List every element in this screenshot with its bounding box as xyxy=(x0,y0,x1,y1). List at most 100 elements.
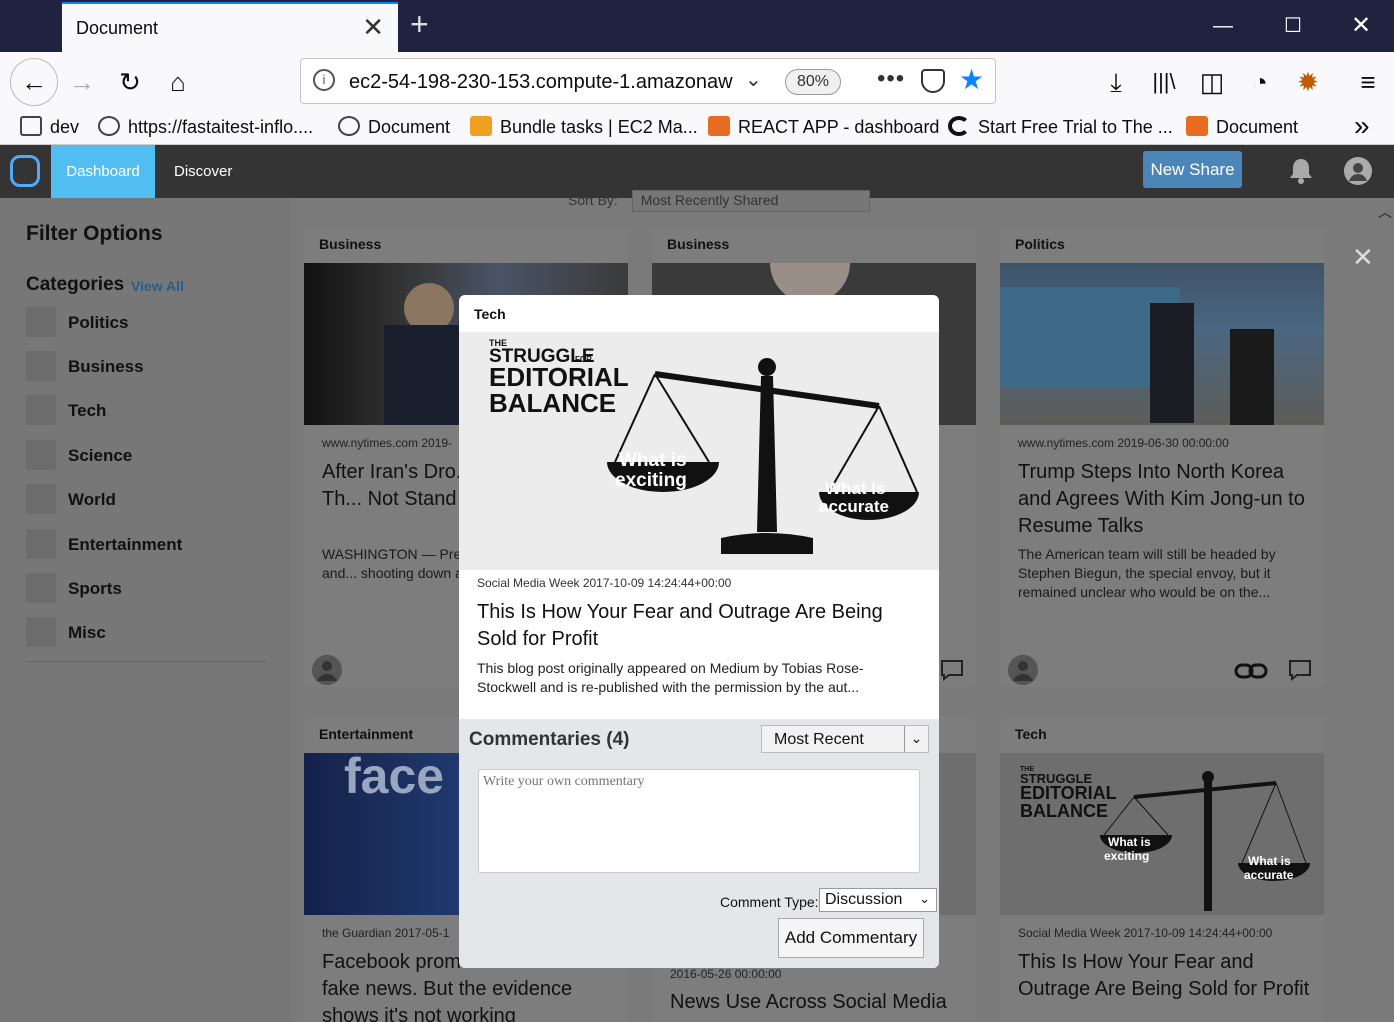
category-misc[interactable]: Misc xyxy=(26,617,266,647)
category-checkbox[interactable] xyxy=(26,351,56,381)
add-commentary-button[interactable]: Add Commentary xyxy=(778,918,924,958)
link-icon[interactable] xyxy=(1234,661,1268,681)
image-caption-exciting: exciting xyxy=(1104,849,1149,863)
tab-close-icon[interactable]: ✕ xyxy=(362,12,384,43)
image-caption-accurate: accurate xyxy=(819,497,889,516)
card-title[interactable]: This Is How Your Fear and Outrage Are Be… xyxy=(1018,949,1312,1003)
user-avatar-icon[interactable] xyxy=(312,655,342,685)
bookmark-dev[interactable]: dev xyxy=(20,116,79,138)
user-avatar-icon[interactable] xyxy=(1008,655,1038,685)
bookmark-document[interactable]: Document xyxy=(338,116,450,138)
chevron-down-icon[interactable]: ⌄ xyxy=(919,891,930,907)
browser-navbar: ← → ↻ ⌂ i ec2-54-198-230-153.compute-1.a… xyxy=(0,52,1394,110)
new-share-button[interactable]: New Share xyxy=(1143,151,1242,188)
view-all-link[interactable]: View All xyxy=(131,278,184,294)
person-trump xyxy=(1150,303,1194,423)
back-icon[interactable]: ← xyxy=(10,58,58,106)
modal-article-image: THE STRUGGLE FOR EDITORIAL BALANCE What … xyxy=(459,332,939,570)
article-card[interactable]: Politics www.nytimes.com 2019-06-30 00:0… xyxy=(1000,227,1324,687)
scrollbar[interactable]: ︿ xyxy=(1374,198,1394,1022)
filter-options-title: Filter Options xyxy=(26,222,163,245)
overlay-close-icon[interactable]: ✕ xyxy=(1352,242,1374,273)
user-avatar-icon[interactable] xyxy=(1344,157,1372,185)
pocket-icon[interactable] xyxy=(921,69,945,93)
comment-icon[interactable] xyxy=(940,659,964,681)
commentaries-title: Commentaries (4) xyxy=(469,729,630,750)
bookmarks-overflow-icon[interactable]: » xyxy=(1354,110,1370,142)
sync-icon[interactable]: ◔ xyxy=(1238,60,1282,104)
category-checkbox[interactable] xyxy=(26,395,56,425)
home-icon[interactable]: ⌂ xyxy=(156,60,200,104)
bookmark-start-free-trial[interactable]: Start Free Trial to The ... xyxy=(948,116,1173,138)
card-description: The American team will still be headed b… xyxy=(1018,546,1276,600)
app-logo[interactable] xyxy=(10,155,40,187)
card-title[interactable]: News Use Across Social Media xyxy=(670,989,964,1016)
nav-dashboard[interactable]: Dashboard xyxy=(51,145,155,198)
window-close-icon[interactable]: ✕ xyxy=(1338,8,1384,44)
chevron-down-icon[interactable]: ⌄ xyxy=(904,726,928,752)
card-image: THE STRUGGLE EDITORIAL BALANCE What is e… xyxy=(1000,753,1324,915)
card-image xyxy=(1000,263,1324,425)
info-icon[interactable]: i xyxy=(313,69,335,91)
bell-icon[interactable] xyxy=(1288,157,1314,185)
browser-titlebar: Document ✕ + — ☐ ✕ xyxy=(0,0,1394,52)
card-category-tag: Business xyxy=(660,233,737,255)
category-tech[interactable]: Tech xyxy=(26,395,266,425)
category-entertainment[interactable]: Entertainment xyxy=(26,529,266,559)
category-science[interactable]: Science xyxy=(26,440,266,470)
bookmark-react-app[interactable]: REACT APP - dashboard xyxy=(708,116,939,138)
modal-title[interactable]: This Is How Your Fear and Outrage Are Be… xyxy=(477,599,917,653)
image-caption-exciting: exciting xyxy=(615,470,687,491)
bookmark-star-icon[interactable]: ★ xyxy=(959,63,984,96)
bookmark-bundle-tasks[interactable]: Bundle tasks | EC2 Ma... xyxy=(470,116,698,138)
url-bar[interactable]: i ec2-54-198-230-153.compute-1.amazonaws… xyxy=(300,58,996,104)
article-card[interactable]: Tech THE STRUGGLE EDITORIAL BALANCE What… xyxy=(1000,717,1324,1022)
image-caption-what-is-accurate: What is xyxy=(1248,854,1291,868)
category-world[interactable]: World xyxy=(26,484,266,514)
library-icon[interactable]: |||\ xyxy=(1142,60,1186,104)
category-politics[interactable]: Politics xyxy=(26,307,266,337)
forward-icon[interactable]: → xyxy=(60,60,104,104)
bookmark-fastaitest[interactable]: https://fastaitest-inflo.... xyxy=(98,116,313,138)
category-checkbox[interactable] xyxy=(26,484,56,514)
category-checkbox[interactable] xyxy=(26,440,56,470)
category-checkbox[interactable] xyxy=(26,529,56,559)
category-sports[interactable]: Sports xyxy=(26,573,266,603)
category-checkbox[interactable] xyxy=(26,573,56,603)
more-actions-icon[interactable]: ••• xyxy=(877,65,905,93)
chevron-down-icon[interactable]: ⌄ xyxy=(745,67,762,92)
tab-title: Document xyxy=(76,18,159,38)
minimize-icon[interactable]: — xyxy=(1200,8,1246,44)
new-tab-icon[interactable]: + xyxy=(410,6,429,42)
sort-row[interactable]: Sort By: Most Recently Shared xyxy=(568,190,870,212)
extension-icon[interactable]: ✹ xyxy=(1286,60,1330,104)
commentary-input[interactable] xyxy=(478,769,920,873)
comment-type-select[interactable]: Discussion ⌄ xyxy=(819,888,937,912)
card-category-tag: Politics xyxy=(1008,233,1072,255)
globe-icon xyxy=(338,116,360,136)
category-checkbox[interactable] xyxy=(26,307,56,337)
comment-type-label: Comment Type: xyxy=(720,894,819,910)
download-icon[interactable]: ⤓ xyxy=(1094,60,1138,104)
sidebar-toggle-icon[interactable]: ◫ xyxy=(1190,60,1234,104)
sort-label: Sort By: xyxy=(568,192,618,208)
bookmark-document-2[interactable]: Document xyxy=(1186,116,1298,138)
reload-icon[interactable]: ↻ xyxy=(108,60,152,104)
category-business[interactable]: Business xyxy=(26,351,266,381)
aws-icon xyxy=(470,116,492,136)
sort-select[interactable]: Most Recently Shared xyxy=(631,190,870,212)
browser-tab[interactable]: Document ✕ xyxy=(62,2,398,52)
modal-meta: Social Media Week 2017-10-09 14:24:44+00… xyxy=(477,576,732,590)
category-checkbox[interactable] xyxy=(26,617,56,647)
commentary-sort-select[interactable]: Most Recent ⌄ xyxy=(761,725,929,753)
url-text[interactable]: ec2-54-198-230-153.compute-1.amazonaws.c… xyxy=(349,71,733,94)
categories-title: Categories xyxy=(26,274,125,295)
comment-icon[interactable] xyxy=(1288,659,1312,681)
zoom-badge[interactable]: 80% xyxy=(785,69,841,95)
maximize-icon[interactable]: ☐ xyxy=(1270,8,1316,44)
menu-icon[interactable]: ≡ xyxy=(1346,60,1390,104)
card-title[interactable]: Trump Steps Into North Korea and Agrees … xyxy=(1018,459,1312,540)
scroll-up-icon[interactable]: ︿ xyxy=(1378,202,1392,222)
nav-discover[interactable]: Discover xyxy=(174,145,232,198)
card-category-tag: Entertainment xyxy=(312,723,421,745)
